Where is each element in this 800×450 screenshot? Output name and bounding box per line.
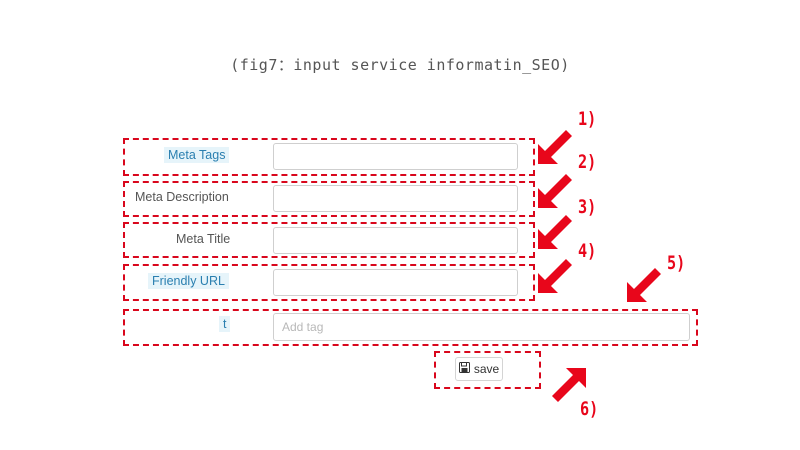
- annotation-number-1: 1): [578, 108, 597, 130]
- arrow-icon-5: [627, 268, 661, 302]
- friendly-url-label: Friendly URL: [148, 273, 229, 289]
- meta-title-label: Meta Title: [176, 232, 231, 246]
- annotation-number-6: 6): [580, 398, 599, 420]
- meta-tags-input[interactable]: [273, 143, 518, 170]
- figure-caption: (fig7：input service informatin_SEO): [230, 56, 570, 74]
- arrow-icon-4: [538, 259, 572, 293]
- meta-description-input[interactable]: [273, 185, 518, 212]
- annotation-number-3: 3): [578, 196, 597, 218]
- annotation-number-2: 2): [578, 151, 597, 173]
- arrow-icon-1: [538, 130, 572, 164]
- annotation-number-4: 4): [578, 240, 597, 262]
- save-button[interactable]: save: [455, 357, 503, 381]
- tags-input[interactable]: [273, 313, 690, 341]
- meta-description-label: Meta Description: [135, 190, 229, 204]
- floppy-disk-icon: [458, 362, 470, 376]
- meta-tags-label: Meta Tags: [164, 147, 230, 163]
- friendly-url-input[interactable]: [273, 269, 518, 296]
- arrow-icon-2: [538, 174, 572, 208]
- arrow-icon-3: [538, 215, 572, 249]
- annotation-number-5: 5): [667, 252, 686, 274]
- tags-label: t: [219, 316, 231, 332]
- meta-title-input[interactable]: [273, 227, 518, 254]
- save-button-label: save: [473, 362, 500, 376]
